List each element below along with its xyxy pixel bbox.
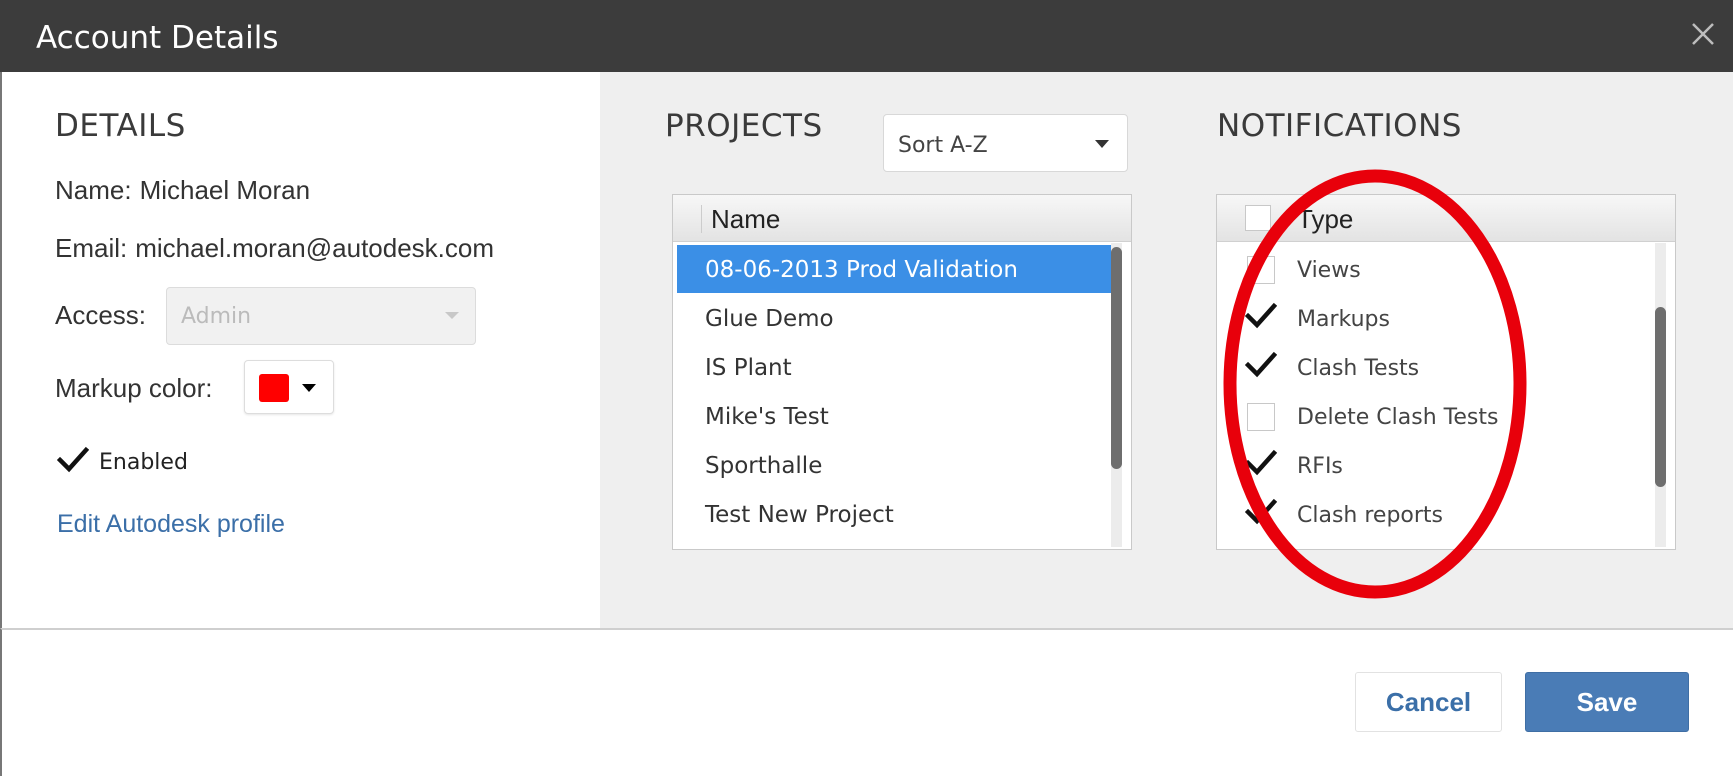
edit-profile-link[interactable]: Edit Autodesk profile (57, 510, 285, 539)
checkbox[interactable] (1247, 256, 1275, 284)
email-label: Email: (55, 233, 128, 263)
details-pane: DETAILS Name: Michael Moran Email: michael… (0, 72, 600, 628)
markup-color-picker[interactable] (244, 360, 334, 414)
project-name: Glue Demo (705, 306, 834, 332)
project-row[interactable]: Mike's Test (677, 392, 1113, 440)
project-name: 08-06-2013 Prod Validation (705, 257, 1018, 283)
access-value: Admin (181, 304, 252, 329)
project-row[interactable]: 08-06-2013 Prod Validation (677, 245, 1113, 293)
notifications-list-header[interactable]: Type (1217, 195, 1675, 242)
notifications-list: Type Views Markups Clash Tests Delete Clash… (1216, 194, 1676, 550)
access-label: Access: (55, 300, 147, 330)
projects-heading: PROJECTS (665, 108, 823, 144)
name-row: Name: Michael Moran (55, 175, 310, 206)
name-column-header: Name (711, 204, 781, 234)
select-all-checkbox[interactable] (1245, 205, 1271, 231)
checkmark-icon (1244, 300, 1278, 337)
color-swatch (259, 374, 289, 402)
checkmark-icon (1244, 496, 1278, 533)
project-name: IS Plant (705, 355, 792, 381)
project-row[interactable]: Glue Demo (677, 294, 1113, 342)
notification-type-label: Clash Tests (1297, 356, 1420, 381)
chevron-down-icon (445, 312, 459, 319)
projects-list-header[interactable]: Name (673, 195, 1131, 242)
notification-type-label: Views (1297, 258, 1361, 283)
account-details-dialog: Account Details DETAILS Name: Michael Mor… (0, 0, 1733, 776)
notification-row[interactable]: Delete Clash Tests (1217, 394, 1647, 442)
chevron-down-icon (302, 384, 316, 392)
notification-type-label: Delete Clash Tests (1297, 405, 1499, 430)
project-row[interactable]: Sporthalle (677, 441, 1113, 489)
column-divider (701, 205, 702, 233)
checkmark-icon (1244, 349, 1278, 386)
chevron-down-icon (1095, 140, 1109, 148)
notification-row[interactable]: Views (1217, 247, 1647, 295)
details-heading: DETAILS (55, 108, 186, 144)
close-icon[interactable] (1681, 12, 1725, 56)
project-row[interactable]: IS Plant (677, 343, 1113, 391)
dialog-titlebar: Account Details (0, 0, 1733, 72)
notifications-scrollbar[interactable] (1655, 307, 1666, 487)
email-value: michael.moran@autodesk.com (135, 233, 495, 263)
notification-type-label: Clash reports (1297, 503, 1444, 528)
project-name: Mike's Test (705, 404, 829, 430)
projects-list: Name 08-06-2013 Prod Validation Glue Demo… (672, 194, 1132, 550)
checkbox[interactable] (1247, 403, 1275, 431)
markup-color-label: Markup color: (55, 373, 213, 403)
checkmark-icon (56, 444, 90, 481)
sort-value: Sort A-Z (898, 133, 988, 158)
save-button[interactable]: Save (1525, 672, 1689, 732)
cancel-button[interactable]: Cancel (1355, 672, 1502, 732)
checkmark-icon (1244, 447, 1278, 484)
type-column-header: Type (1297, 204, 1354, 234)
project-name: Test New Project (705, 502, 894, 528)
name-value: Michael Moran (139, 175, 311, 205)
dialog-title: Account Details (36, 20, 279, 56)
enabled-label: Enabled (99, 450, 188, 475)
notification-type-label: RFIs (1297, 454, 1343, 479)
project-name: Sporthalle (705, 453, 823, 479)
notification-row[interactable]: Markups (1217, 296, 1647, 344)
notification-row[interactable]: Clash Tests (1217, 345, 1647, 393)
notifications-heading: NOTIFICATIONS (1217, 108, 1462, 144)
notification-row[interactable]: Clash reports (1217, 492, 1647, 540)
project-row[interactable]: Test New Project (677, 490, 1113, 538)
sort-select[interactable]: Sort A-Z (883, 114, 1128, 172)
notification-type-label: Markups (1297, 307, 1390, 332)
name-label: Name: (55, 175, 132, 205)
email-row: Email: michael.moran@autodesk.com (55, 233, 494, 264)
access-select: Admin (166, 287, 476, 345)
notification-row[interactable]: RFIs (1217, 443, 1647, 491)
projects-scrollbar[interactable] (1111, 247, 1122, 469)
